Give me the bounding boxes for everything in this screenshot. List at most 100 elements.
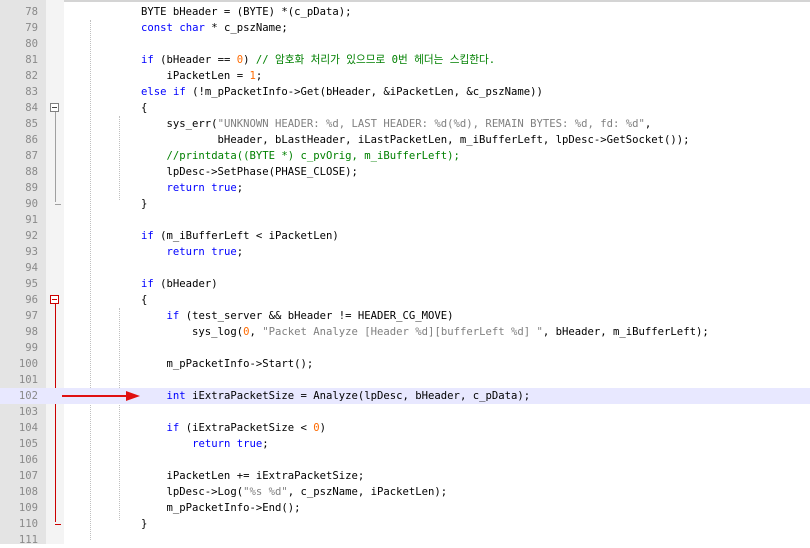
code-token: // 암호화 처리가 있으므로 0번 헤더는 스킵한다. bbox=[255, 54, 496, 66]
code-line[interactable]: 110 } bbox=[0, 516, 810, 532]
code-token: (!m_pPacketInfo->Get(bHeader, &iPacketLe… bbox=[185, 86, 543, 98]
code-text: if (test_server && bHeader != HEADER_CG_… bbox=[90, 308, 454, 324]
line-number: 110 bbox=[18, 518, 38, 530]
code-line[interactable]: 80 bbox=[0, 36, 810, 52]
line-number: 85 bbox=[25, 118, 38, 130]
line-number: 81 bbox=[25, 54, 38, 66]
code-text: int iExtraPacketSize = Analyze(lpDesc, b… bbox=[90, 388, 531, 404]
code-token: const bbox=[141, 22, 173, 34]
code-text: //printdata((BYTE *) c_pvOrig, m_iBuffer… bbox=[90, 148, 460, 164]
code-line[interactable]: 92 if (m_iBufferLeft < iPacketLen) bbox=[0, 228, 810, 244]
code-token: m_pPacketInfo->Start(); bbox=[90, 358, 314, 370]
code-text: } bbox=[90, 196, 147, 212]
code-line[interactable]: 106 bbox=[0, 452, 810, 468]
code-token: int bbox=[166, 390, 186, 402]
code-token: (bHeader) bbox=[153, 278, 218, 290]
code-text: if (iExtraPacketSize < 0) bbox=[90, 420, 326, 436]
code-line[interactable]: 111 bbox=[0, 532, 810, 548]
code-line[interactable]: 79 const char * c_pszName; bbox=[0, 20, 810, 36]
code-token: if bbox=[141, 278, 154, 290]
code-token: , c_pszName, iPacketLen); bbox=[287, 486, 448, 498]
code-token: { bbox=[90, 294, 148, 306]
code-line[interactable]: 81 if (bHeader == 0) // 암호화 처리가 있으므로 0번 … bbox=[0, 52, 810, 68]
code-line[interactable]: 100 m_pPacketInfo->Start(); bbox=[0, 356, 810, 372]
code-line[interactable]: 109 m_pPacketInfo->End(); bbox=[0, 500, 810, 516]
code-token: if bbox=[166, 422, 180, 434]
code-line[interactable]: 94 bbox=[0, 260, 810, 276]
code-line[interactable]: 88 lpDesc->SetPhase(PHASE_CLOSE); bbox=[0, 164, 810, 180]
code-line[interactable]: 90 } bbox=[0, 196, 810, 212]
code-token: m_pPacketInfo->End(); bbox=[90, 502, 301, 514]
code-line[interactable]: 89 return true; bbox=[0, 180, 810, 196]
line-number: 96 bbox=[25, 294, 38, 306]
line-number: 93 bbox=[25, 246, 38, 258]
code-line[interactable]: 99 bbox=[0, 340, 810, 356]
code-line[interactable]: 105 return true; bbox=[0, 436, 810, 452]
code-line[interactable]: 86 bHeader, bLastHeader, iLastPacketLen,… bbox=[0, 132, 810, 148]
code-token: true bbox=[211, 182, 237, 194]
code-token: return bbox=[192, 438, 231, 450]
code-line[interactable]: 83 else if (!m_pPacketInfo->Get(bHeader,… bbox=[0, 84, 810, 100]
code-token: , bbox=[249, 326, 263, 338]
code-line[interactable]: 104 if (iExtraPacketSize < 0) bbox=[0, 420, 810, 436]
line-number: 97 bbox=[25, 310, 38, 322]
code-line[interactable]: 85 sys_err("UNKNOWN HEADER: %d, LAST HEA… bbox=[0, 116, 810, 132]
line-number: 79 bbox=[25, 22, 38, 34]
code-token: iPacketLen = bbox=[90, 70, 250, 82]
code-token: sys_err( bbox=[90, 118, 218, 130]
code-line[interactable]: 87 //printdata((BYTE *) c_pvOrig, m_iBuf… bbox=[0, 148, 810, 164]
code-line[interactable]: 93 return true; bbox=[0, 244, 810, 260]
code-token: if bbox=[166, 310, 180, 322]
code-token: ; bbox=[255, 70, 263, 82]
line-number: 91 bbox=[25, 214, 38, 226]
line-number: 78 bbox=[25, 6, 38, 18]
code-line[interactable]: 103 bbox=[0, 404, 810, 420]
code-line[interactable]: 107 iPacketLen += iExtraPacketSize; bbox=[0, 468, 810, 484]
code-token: (bHeader == bbox=[153, 54, 237, 66]
code-line[interactable]: 95 if (bHeader) bbox=[0, 276, 810, 292]
code-token: (iExtraPacketSize < bbox=[179, 422, 314, 434]
code-text: sys_log(0, "Packet Analyze [Header %d][b… bbox=[90, 324, 709, 340]
line-number: 92 bbox=[25, 230, 38, 242]
code-token: } bbox=[90, 518, 148, 530]
code-line[interactable]: 97 if (test_server && bHeader != HEADER_… bbox=[0, 308, 810, 324]
code-line[interactable]: 98 sys_log(0, "Packet Analyze [Header %d… bbox=[0, 324, 810, 340]
code-line[interactable]: 82 iPacketLen = 1; bbox=[0, 68, 810, 84]
code-line[interactable]: 108 lpDesc->Log("%s %d", c_pszName, iPac… bbox=[0, 484, 810, 500]
code-line[interactable]: 78 BYTE bHeader = (BYTE) *(c_pData); bbox=[0, 4, 810, 20]
code-token: lpDesc->SetPhase(PHASE_CLOSE); bbox=[90, 166, 358, 178]
line-number: 105 bbox=[18, 438, 38, 450]
line-number: 94 bbox=[25, 262, 38, 274]
fold-collapse-icon[interactable] bbox=[50, 295, 59, 304]
code-text: return true; bbox=[90, 436, 269, 452]
code-token: true bbox=[236, 438, 263, 450]
code-token: } bbox=[90, 198, 148, 210]
code-token: return bbox=[166, 246, 205, 258]
code-text: bHeader, bLastHeader, iLastPacketLen, m_… bbox=[90, 132, 690, 148]
line-number: 102 bbox=[18, 390, 38, 402]
code-text: sys_err("UNKNOWN HEADER: %d, LAST HEADER… bbox=[90, 116, 652, 132]
code-text: return true; bbox=[90, 180, 244, 196]
code-token: bHeader, bLastHeader, iLastPacketLen, m_… bbox=[90, 134, 690, 146]
line-number: 83 bbox=[25, 86, 38, 98]
code-line[interactable]: 96 { bbox=[0, 292, 810, 308]
code-text: m_pPacketInfo->Start(); bbox=[90, 356, 314, 372]
code-text: if (bHeader) bbox=[90, 276, 218, 292]
code-line[interactable]: 101 bbox=[0, 372, 810, 388]
fold-collapse-icon[interactable] bbox=[50, 103, 59, 112]
code-line[interactable]: 84 { bbox=[0, 100, 810, 116]
code-token: //printdata((BYTE *) c_pvOrig, m_iBuffer… bbox=[166, 150, 460, 162]
code-token: , bHeader, m_iBufferLeft); bbox=[542, 326, 709, 338]
line-number: 103 bbox=[18, 406, 38, 418]
code-line[interactable]: 91 bbox=[0, 212, 810, 228]
code-token: (test_server && bHeader != HEADER_CG_MOV… bbox=[179, 310, 454, 322]
code-token: BYTE bHeader = (BYTE) *(c_pData); bbox=[90, 6, 352, 18]
code-editor[interactable]: 78 BYTE bHeader = (BYTE) *(c_pData); 79 c… bbox=[0, 0, 810, 546]
